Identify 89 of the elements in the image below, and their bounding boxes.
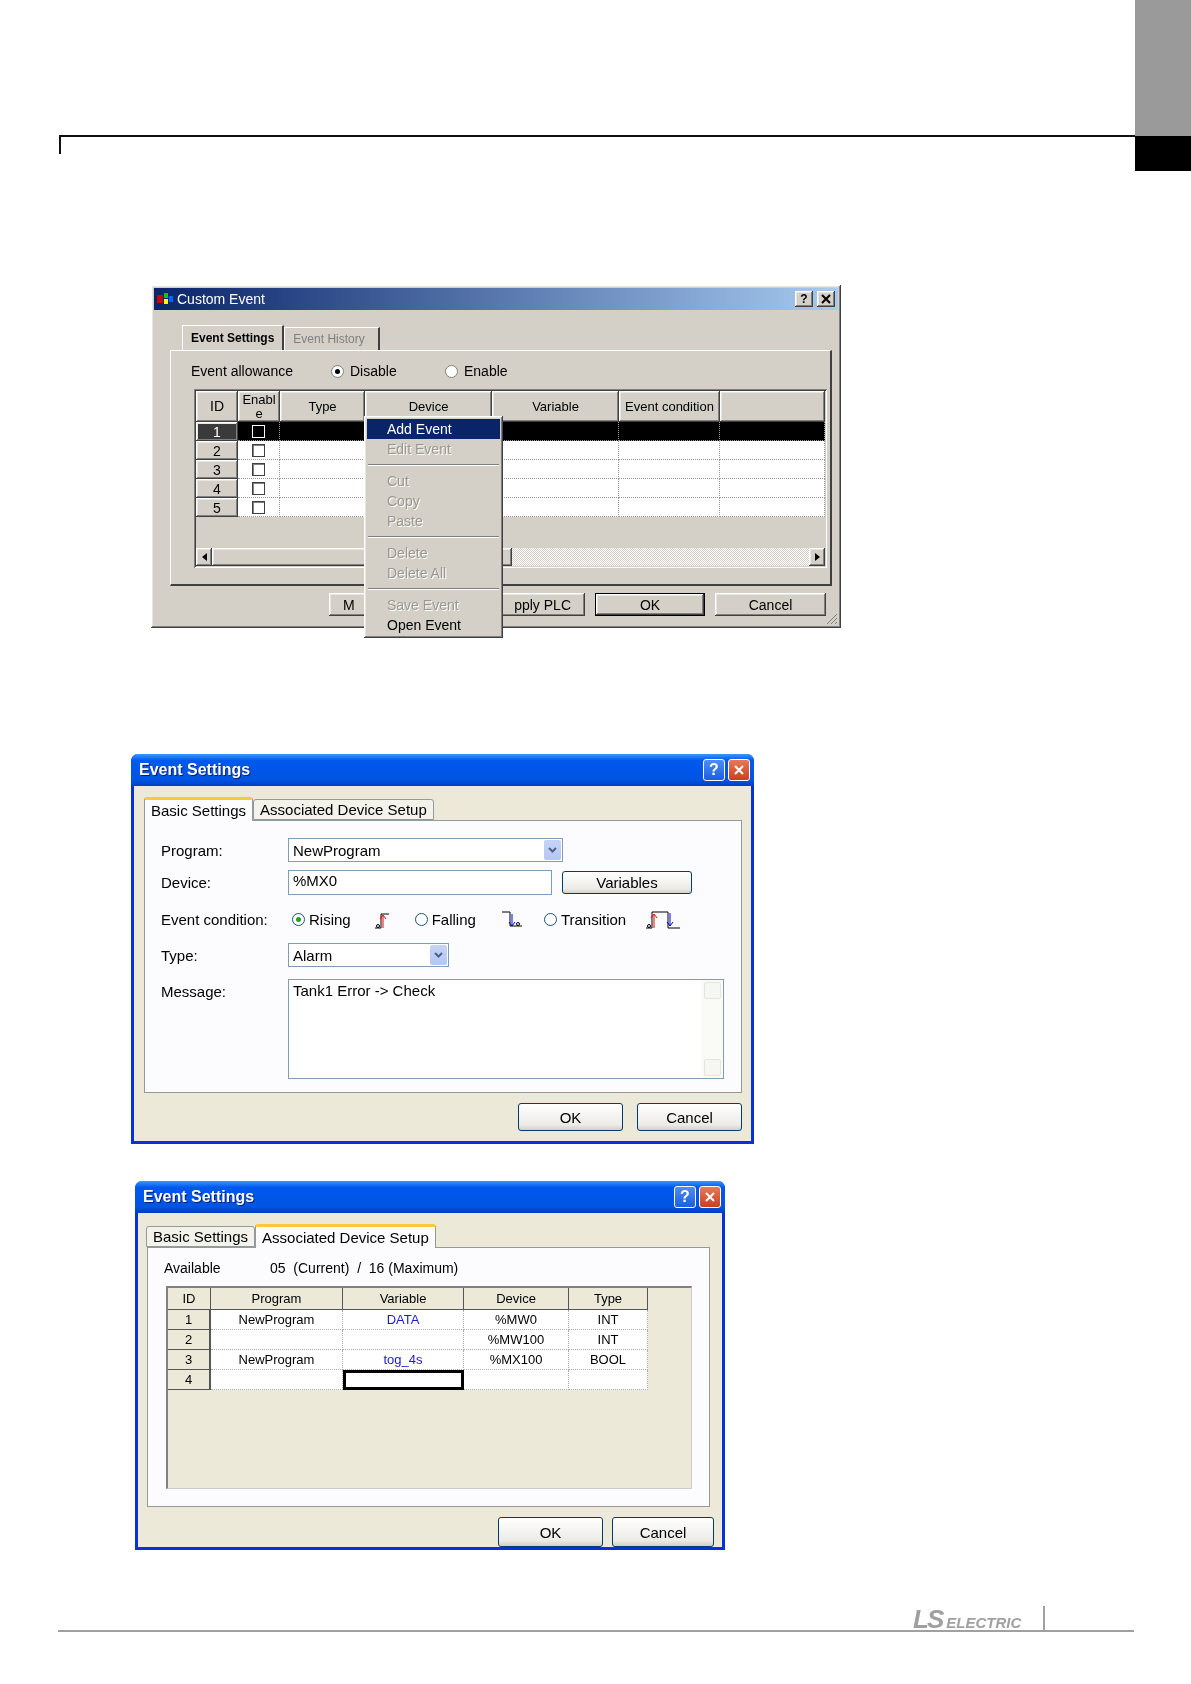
radio-circle[interactable] bbox=[543, 912, 557, 926]
row-number: 4 bbox=[168, 1370, 211, 1390]
radio-label[interactable]: Transition bbox=[560, 910, 627, 928]
radio-circle[interactable] bbox=[414, 912, 428, 926]
dialog-button[interactable]: OK bbox=[518, 1103, 623, 1131]
tab[interactable]: Basic Settings bbox=[144, 797, 254, 821]
field-label: Event allowance bbox=[191, 363, 294, 379]
field-label: Type: bbox=[161, 946, 199, 964]
left-arrow-icon[interactable] bbox=[201, 553, 207, 561]
type-dropdown[interactable]: Alarm bbox=[288, 943, 449, 967]
row-number: 4 bbox=[196, 479, 238, 498]
tab[interactable]: Basic Settings bbox=[146, 1226, 256, 1247]
checkbox[interactable] bbox=[252, 443, 265, 457]
column-header: ID bbox=[196, 391, 238, 422]
transition-edge-icon bbox=[644, 908, 683, 930]
close-icon bbox=[734, 765, 744, 775]
table-cell: %MW100 bbox=[464, 1330, 569, 1350]
column-header: Variable bbox=[492, 391, 619, 422]
row-number: 2 bbox=[168, 1330, 211, 1350]
table-cell: %MW0 bbox=[464, 1310, 569, 1330]
table-cell: %MX100 bbox=[464, 1350, 569, 1370]
field-label: Device: bbox=[161, 874, 213, 891]
radio-circle[interactable] bbox=[331, 364, 344, 378]
row-number: 3 bbox=[168, 1350, 211, 1370]
checkbox[interactable] bbox=[252, 500, 265, 514]
dialog-button[interactable]: Cancel bbox=[612, 1517, 714, 1547]
checkbox[interactable] bbox=[252, 462, 265, 476]
column-header: Type bbox=[280, 391, 365, 422]
selected-cell[interactable] bbox=[343, 1370, 464, 1390]
column-header: Variable bbox=[343, 1288, 464, 1310]
radio-circle[interactable] bbox=[292, 912, 305, 926]
close-icon bbox=[821, 294, 831, 304]
row-number: 1 bbox=[196, 422, 238, 441]
help-button[interactable]: ? bbox=[703, 759, 725, 781]
radio-circle[interactable] bbox=[445, 364, 458, 378]
close-icon bbox=[705, 1192, 715, 1202]
menu-item[interactable]: Open Event bbox=[367, 615, 500, 635]
window-title: Event Settings bbox=[139, 761, 252, 779]
table-cell[interactable]: DATA bbox=[343, 1310, 464, 1330]
radio-label[interactable]: Disable bbox=[350, 363, 397, 379]
column-header: Enable bbox=[238, 391, 280, 422]
field-label: Event condition: bbox=[161, 910, 269, 928]
row-number: 1 bbox=[168, 1310, 211, 1330]
dialog-button[interactable]: OK bbox=[595, 593, 705, 616]
help-button[interactable]: ? bbox=[795, 291, 813, 307]
help-button[interactable]: ? bbox=[674, 1186, 696, 1208]
tab[interactable]: Event Settings bbox=[182, 325, 285, 350]
field-label: Program: bbox=[161, 841, 224, 859]
program-dropdown[interactable]: NewProgram bbox=[288, 838, 563, 862]
table-cell: INT bbox=[569, 1330, 648, 1350]
app-icon bbox=[157, 293, 173, 305]
count-text: 05 (Current) / 16 (Maximum) bbox=[270, 1260, 459, 1276]
table-cell: BOOL bbox=[569, 1350, 648, 1370]
tab[interactable]: Associated Device Setup bbox=[255, 1224, 436, 1248]
window-title: Custom Event bbox=[177, 291, 266, 307]
dialog-button[interactable]: Cancel bbox=[715, 593, 826, 616]
resize-grip[interactable] bbox=[826, 613, 838, 625]
column-header: Event condition bbox=[619, 391, 720, 422]
right-arrow-icon[interactable] bbox=[814, 553, 820, 561]
vertical-scrollbar[interactable] bbox=[702, 980, 723, 1078]
table-cell: INT bbox=[569, 1310, 648, 1330]
dialog-button[interactable]: Cancel bbox=[637, 1103, 742, 1131]
radio-label[interactable]: Enable bbox=[464, 363, 508, 379]
checkbox[interactable] bbox=[252, 481, 265, 495]
column-header: Device bbox=[464, 1288, 569, 1310]
falling-edge-icon bbox=[499, 908, 524, 930]
column-header: ID bbox=[168, 1288, 211, 1310]
variables-button[interactable]: Variables bbox=[562, 871, 692, 894]
logo-mark: LS bbox=[913, 1608, 943, 1630]
radio-label[interactable]: Falling bbox=[431, 910, 476, 928]
field-label: Available bbox=[164, 1260, 222, 1276]
message-field[interactable]: Tank1 Error -> Check bbox=[288, 979, 724, 1079]
table-cell[interactable]: tog_4s bbox=[343, 1350, 464, 1370]
table-cell: NewProgram bbox=[211, 1310, 343, 1330]
device-field[interactable]: %MX0 bbox=[288, 870, 552, 895]
logo-text: ELECTRIC bbox=[946, 1615, 1022, 1630]
tab[interactable]: Associated Device Setup bbox=[253, 799, 434, 820]
radio-label[interactable]: Rising bbox=[309, 910, 351, 928]
column-header: Program bbox=[211, 1288, 343, 1310]
row-number: 2 bbox=[196, 441, 238, 460]
dialog-button[interactable]: OK bbox=[498, 1517, 603, 1547]
row-number: 5 bbox=[196, 498, 238, 517]
close-button[interactable] bbox=[817, 291, 835, 307]
row-number: 3 bbox=[196, 460, 238, 479]
column-header: Type bbox=[569, 1288, 648, 1310]
table-cell: NewProgram bbox=[211, 1350, 343, 1370]
field-label: Message: bbox=[161, 983, 228, 1000]
window-title: Event Settings bbox=[143, 1188, 256, 1206]
menu-item[interactable]: Add Event bbox=[367, 419, 500, 439]
